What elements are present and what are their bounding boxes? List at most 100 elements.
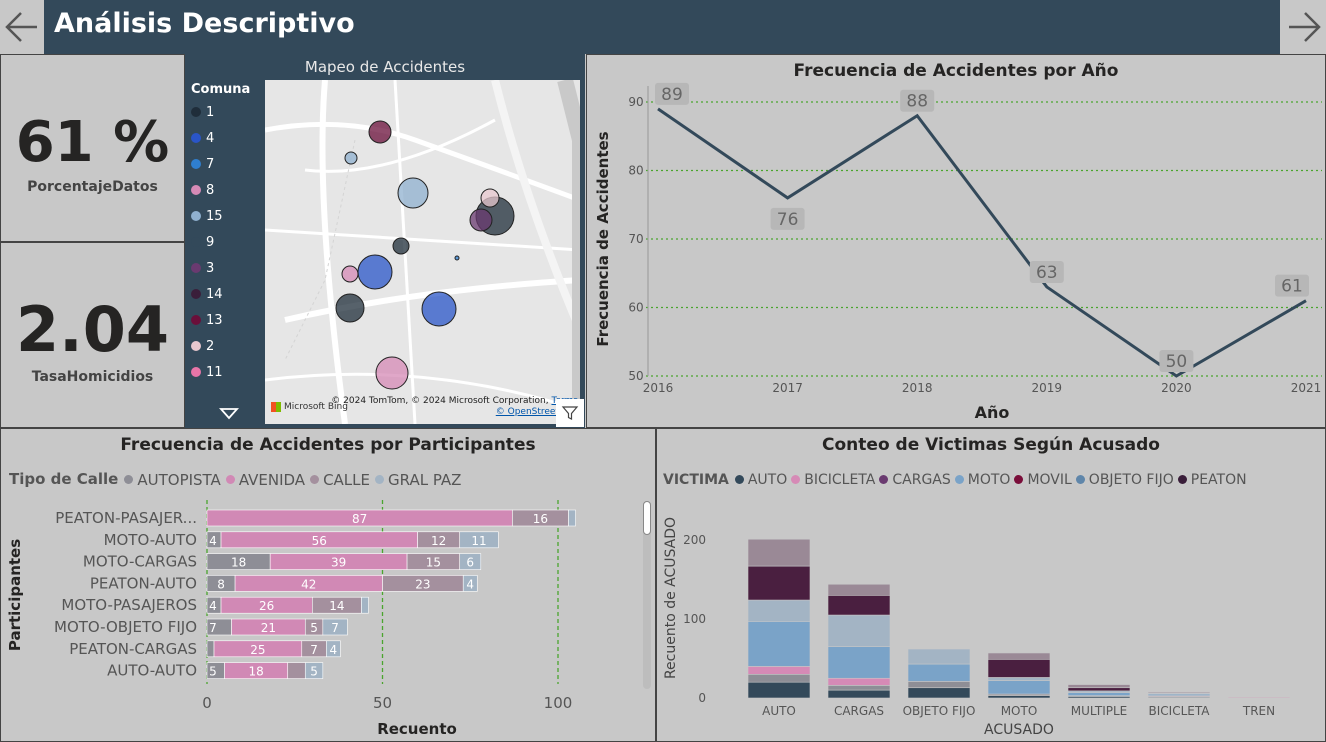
bar-segment[interactable] xyxy=(361,596,369,614)
column-segment[interactable] xyxy=(747,565,811,601)
back-arrow-icon[interactable] xyxy=(0,2,44,52)
legend-label: 13 xyxy=(206,312,223,328)
column-segment[interactable] xyxy=(907,663,971,682)
x-tick-label: 50 xyxy=(373,694,392,712)
data-label: 76 xyxy=(777,210,799,230)
column-segment[interactable] xyxy=(907,681,971,689)
map-legend: 1 4 7 8 15 9 3 14 13 2 11 xyxy=(191,99,223,385)
map-bubble[interactable] xyxy=(469,208,493,232)
column-segment[interactable] xyxy=(747,621,811,667)
map-bubble[interactable] xyxy=(375,356,409,390)
map-legend-item[interactable]: 15 xyxy=(191,203,223,229)
line-chart: 50 60 70 80 90 2016 2017 2018 2019 2020 2021 89 76 88… xyxy=(594,82,1322,422)
y-axis-title: Frecuencia de Accidentes xyxy=(594,131,612,346)
y-tick-label: AUTO-AUTO xyxy=(107,662,197,680)
legend-dot xyxy=(191,315,201,325)
legend-label: 3 xyxy=(206,260,215,276)
column-segment[interactable] xyxy=(987,652,1051,660)
data-label: 15 xyxy=(426,556,441,570)
filter-icon[interactable] xyxy=(556,399,584,427)
x-axis-title: Año xyxy=(975,403,1010,422)
map-bubble[interactable] xyxy=(454,255,460,261)
bar-segment[interactable] xyxy=(287,662,306,679)
y-axis-title: Participantes xyxy=(6,539,24,651)
column-segment[interactable] xyxy=(987,680,1051,695)
legend-dot xyxy=(191,185,201,195)
column-segment[interactable] xyxy=(987,695,1051,699)
data-label: 7 xyxy=(209,621,217,635)
map-legend-item[interactable]: 3 xyxy=(191,255,223,281)
map-legend-item[interactable]: 8 xyxy=(191,177,223,203)
column-segment[interactable] xyxy=(987,677,1051,681)
map-canvas[interactable]: Microsoft Bing © 2024 TomTom, © 2024 Mic… xyxy=(265,80,580,424)
map-legend-item[interactable]: 11 xyxy=(191,359,223,385)
column-segment[interactable] xyxy=(1067,692,1131,696)
map-bubble[interactable] xyxy=(392,237,410,255)
forward-arrow-icon[interactable] xyxy=(1282,2,1326,52)
map-bubble[interactable] xyxy=(397,177,429,209)
participants-chart: 0 50 100PEATON-PASAJER... 87 16MOTO-AUTO 4 56 1… xyxy=(6,500,576,738)
data-label: 89 xyxy=(661,85,683,105)
column-segment[interactable] xyxy=(1067,687,1131,692)
map-bubble[interactable] xyxy=(480,188,500,208)
column-segment[interactable] xyxy=(747,666,811,675)
y-tick-label: 0 xyxy=(698,691,706,705)
column-segment[interactable] xyxy=(1227,696,1291,699)
map-legend-item[interactable]: 14 xyxy=(191,281,223,307)
data-label: 18 xyxy=(231,556,246,570)
x-tick-label: MULTIPLE xyxy=(1071,704,1128,718)
legend-label: 11 xyxy=(206,364,223,380)
map-legend-item[interactable]: 13 xyxy=(191,307,223,333)
column-segment[interactable] xyxy=(827,646,891,679)
column-segment[interactable] xyxy=(987,658,1051,678)
x-tick-label: 0 xyxy=(202,694,212,712)
x-tick-label: OBJETO FIJO xyxy=(903,704,976,718)
data-label: 42 xyxy=(301,577,316,591)
x-tick-label: 2016 xyxy=(643,381,674,395)
data-label: 18 xyxy=(248,665,263,679)
column-segment[interactable] xyxy=(827,677,891,686)
column-segment[interactable] xyxy=(907,687,971,699)
column-segment[interactable] xyxy=(1147,691,1211,693)
column-segment[interactable] xyxy=(747,599,811,622)
page-title: Análisis Descriptivo xyxy=(54,8,355,39)
line-series xyxy=(657,107,1307,378)
column-segment[interactable] xyxy=(827,614,891,647)
map-legend-item[interactable]: 9 xyxy=(191,229,223,255)
bar-segment[interactable] xyxy=(206,640,215,658)
map-title: Mapeo de Accidentes xyxy=(304,58,466,76)
column-segment[interactable] xyxy=(827,685,891,691)
legend-label: 14 xyxy=(206,286,223,302)
data-label: 23 xyxy=(415,577,430,591)
data-label: 88 xyxy=(906,92,928,112)
column-segment[interactable] xyxy=(747,674,811,683)
map-bubble[interactable] xyxy=(421,291,457,327)
column-segment[interactable] xyxy=(827,595,891,616)
x-tick-label: 2017 xyxy=(772,381,803,395)
bar-segment[interactable] xyxy=(568,509,576,527)
data-label: 50 xyxy=(1166,352,1188,372)
map-bubble[interactable] xyxy=(344,151,358,165)
legend-scroll-down-icon[interactable] xyxy=(218,406,240,425)
map-legend-item[interactable]: 2 xyxy=(191,333,223,359)
map-bubble[interactable] xyxy=(357,254,393,290)
column-segment[interactable] xyxy=(747,681,811,699)
data-label: 4 xyxy=(330,643,338,657)
data-label: 14 xyxy=(329,599,344,613)
legend-label: 1 xyxy=(206,104,215,120)
column-segment[interactable] xyxy=(747,538,811,567)
kpi-card-tasa: 2.04 TasaHomicidios xyxy=(0,242,185,428)
legend-dot xyxy=(191,107,201,117)
x-tick-label: 2021 xyxy=(1291,381,1322,395)
map-legend-item[interactable]: 1 xyxy=(191,99,223,125)
legend-label: 2 xyxy=(206,338,215,354)
map-bubble[interactable] xyxy=(335,293,365,323)
map-bubble[interactable] xyxy=(341,265,359,283)
map-legend-item[interactable]: 7 xyxy=(191,151,223,177)
map-legend-item[interactable]: 4 xyxy=(191,125,223,151)
column-segment[interactable] xyxy=(827,583,891,596)
map-bubble[interactable] xyxy=(368,120,392,144)
column-segment[interactable] xyxy=(1067,684,1131,689)
column-segment[interactable] xyxy=(827,689,891,699)
column-segment[interactable] xyxy=(907,648,971,665)
